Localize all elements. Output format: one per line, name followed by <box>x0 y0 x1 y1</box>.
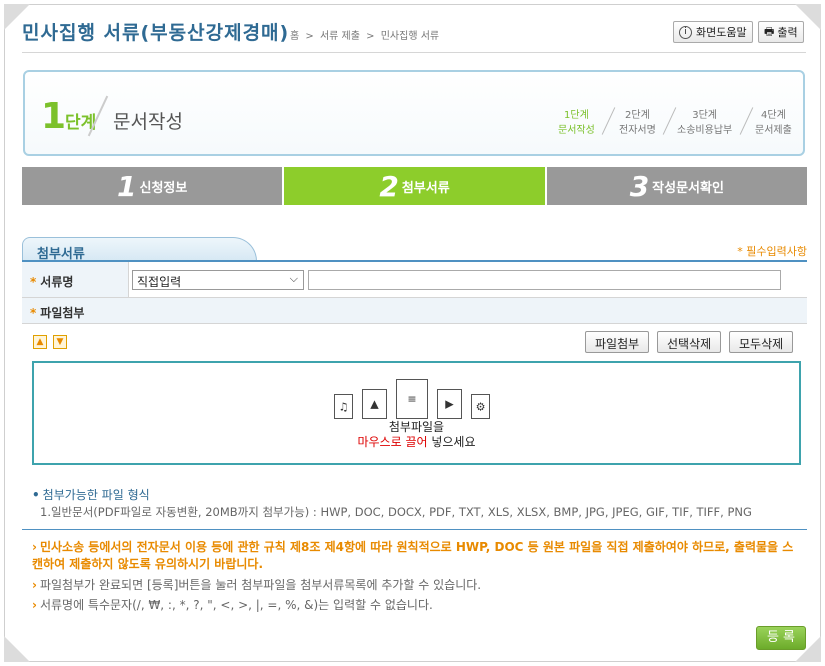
main-notice: › 민사소송 등에서의 전자문서 이용 등에 관한 규칙 제8조 제4항에 따라 … <box>32 540 794 571</box>
tab-number: 2 <box>379 169 399 203</box>
move-up-icon[interactable]: ▲ <box>33 335 47 349</box>
breadcrumb-sep: > <box>366 31 375 42</box>
chevron-down-icon: ⌵ <box>289 272 298 285</box>
divider <box>739 107 754 135</box>
mini-step-2: 2단계 전자서명 <box>619 110 656 136</box>
mini-step-3: 3단계 소송비용납부 <box>677 110 733 136</box>
breadcrumb: 홈 > 서류 제출 > 민사집행 서류 <box>290 27 442 42</box>
tab-attachments[interactable]: 2 첨부서류 <box>284 167 545 205</box>
help-button[interactable]: i 화면도움말 <box>673 21 753 43</box>
tab-label: 작성문서확인 <box>652 180 724 196</box>
register-button[interactable]: 등 록 <box>756 626 806 650</box>
divider <box>662 107 677 135</box>
print-button[interactable]: 🖶 출력 <box>758 21 804 43</box>
drop-instructions: 첨부파일을 마우스로 끌어 넣으세요 <box>357 420 476 449</box>
breadcrumb-home[interactable]: 홈 <box>290 31 299 42</box>
section-tab: 첨부서류 <box>22 237 257 262</box>
tab-number: 3 <box>629 169 650 203</box>
notice-special-chars: › 서류명에 특수문자(/, ₩, :, *, ?, ", <, >, |, =,… <box>32 598 433 612</box>
document-file-icon: ≡ <box>396 379 428 419</box>
info-icon: i <box>679 25 692 39</box>
breadcrumb-sep: > <box>305 31 314 42</box>
help-label: 화면도움말 <box>696 26 747 39</box>
doc-name-row: * 서류명 직접입력 ⌵ <box>22 262 807 298</box>
settings-file-icon: ⚙ <box>471 394 490 419</box>
formats-heading: • 첨부가능한 파일 형식 <box>32 488 150 502</box>
file-drop-zone[interactable]: ♫ ▲ ≡ ▶ ⚙ 첨부파일을 마우스로 끌어 넣으세요 <box>32 361 801 465</box>
doc-name-label: * 서류명 <box>22 262 129 297</box>
divider <box>22 529 807 530</box>
divider <box>22 52 806 53</box>
tab-label: 첨부서류 <box>401 180 450 196</box>
step-tabs: 1 신청정보 2 첨부서류 3 작성문서확인 <box>22 167 807 205</box>
delete-selected-button[interactable]: 선택삭제 <box>657 331 722 353</box>
move-down-icon[interactable]: ▼ <box>53 335 67 349</box>
image-file-icon: ▲ <box>362 389 387 419</box>
printer-icon: 🖶 <box>764 24 775 38</box>
tab-label: 신청정보 <box>139 180 188 196</box>
breadcrumb-current: 민사집행 서류 <box>380 31 440 42</box>
video-file-icon: ▶ <box>437 389 462 419</box>
file-attach-row: * 파일첨부 <box>22 298 807 324</box>
doc-name-input[interactable] <box>308 270 781 290</box>
step-indicator: 1 단계 문서작성 1단계 문서작성 2단계 전자서명 3단계 소송비용납부 4단계 문… <box>23 70 805 156</box>
mini-step-1: 1단계 문서작성 <box>558 110 595 136</box>
music-file-icon: ♫ <box>334 394 353 419</box>
formats-text: 1.일반문서(PDF파일로 자동변환, 20MB까지 첨부가능) : HWP, … <box>40 505 752 519</box>
tab-number: 1 <box>117 169 137 203</box>
delete-all-button[interactable]: 모두삭제 <box>729 331 794 353</box>
attach-file-button[interactable]: 파일첨부 <box>585 331 650 353</box>
doc-name-select[interactable]: 직접입력 ⌵ <box>132 270 304 290</box>
current-step-name: 문서작성 <box>113 111 183 133</box>
divider <box>601 107 616 135</box>
file-type-icons: ♫ ▲ ≡ ▶ ⚙ <box>334 379 499 419</box>
notice-register: › 파일첨부가 완료되면 [등록]버튼을 눌러 첨부파일을 첨부서류목록에 추가할… <box>32 578 482 592</box>
current-step-number: 1 <box>41 96 67 137</box>
tab-review[interactable]: 3 작성문서확인 <box>546 167 807 205</box>
tab-application-info[interactable]: 1 신청정보 <box>22 167 283 205</box>
corner-decoration <box>4 636 30 662</box>
required-note: * 필수입력사항 <box>737 245 807 258</box>
page-title: 민사집행 서류(부동산강제경매) <box>22 22 290 44</box>
print-label: 출력 <box>777 26 798 39</box>
file-attach-label: 파일첨부 <box>40 306 85 320</box>
mini-step-4: 4단계 문서제출 <box>755 110 792 136</box>
breadcrumb-submit[interactable]: 서류 제출 <box>320 31 360 42</box>
